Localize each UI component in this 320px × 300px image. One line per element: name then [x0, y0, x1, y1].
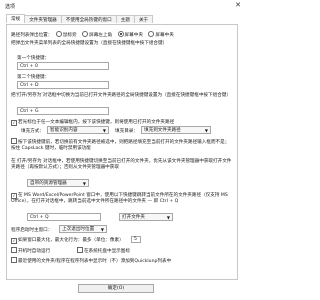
open-cmd-input[interactable]: Ctrl + G [17, 107, 109, 115]
ctrl-note-checkbox-icon [11, 138, 17, 144]
popup-option-topleft[interactable]: 屏幕左上角 [82, 31, 113, 38]
restore-checkbox-icon: ✓ [11, 238, 17, 244]
window-title: 选项 [5, 4, 16, 10]
auto-switch-checkbox-icon: ✓ [11, 120, 17, 126]
chevron-down-icon: ▼ [102, 128, 106, 133]
close-icon[interactable]: ✕ [235, 1, 241, 9]
title-bar: 选项 ✕ [0, 0, 247, 11]
auto-switch-label: 若光标位于任一文本编辑框内，按下该快捷键，则将使用已打开的文件夹路径 [18, 120, 175, 125]
tab-general[interactable]: 常规 [6, 14, 26, 23]
chevron-down-icon: ▼ [82, 181, 86, 186]
extra-checkbox-icon [11, 257, 17, 263]
fill-method2-select[interactable]: 填充到文件夹路径 ▼ [141, 126, 211, 134]
extra-row[interactable]: 最近使用的文件夹/程序在程序列表中显示时（不）添加到Quicklunp列表中 [11, 257, 233, 265]
tray-checkbox-icon [77, 247, 83, 253]
hotkey1-input[interactable]: Ctrl + 0 [17, 62, 109, 70]
office-label: 在 MS Word/Excel/PowerPoint 窗口中，使用以下快捷键跳转… [11, 193, 228, 204]
open-cmd-desc: 把'打开/另存为'对话框中切换为当前已打开文件夹路径的全局快捷键设置为（直接在快… [11, 93, 231, 98]
office-checkbox-icon: ✓ [11, 193, 17, 199]
chevron-down-icon: ▼ [100, 227, 104, 232]
tray-row[interactable]: 在系统托盘中显示图标 [77, 247, 130, 254]
ctrl-note-row[interactable]: 按下该快捷键前，若切换前有文件夹路径被选中，则把路径填充至当前打开的文件夹路径输… [11, 138, 233, 152]
chevron-down-icon: ▼ [166, 215, 170, 220]
tab-folder-manager[interactable]: 文件夹管理器 [24, 15, 62, 23]
restore-value-input[interactable]: 5 [131, 236, 141, 243]
tab-theme[interactable]: 主题 [115, 15, 135, 23]
tab-excluded-windows[interactable]: 不使用全局热键的窗口 [60, 15, 117, 23]
fill-method2-label: 填充目录： [115, 129, 138, 134]
general-panel: 路径列表弹出位置： 鼠标旁 屏幕左上角 屏幕中央 屏幕中央 把弹出文件夹菜单列表… [6, 24, 238, 280]
extra-label: 最近使用的文件夹/程序在程序列表中显示时（不）添加到Quicklunp列表中 [18, 259, 172, 264]
tray-label: 在系统托盘中显示图标 [84, 249, 130, 254]
startup-checkbox-icon [11, 247, 17, 253]
restore-label: 如果窗口最大化，最大化行为：最多（单位：像素） [18, 238, 124, 243]
hotkey2-label: 第二个快捷键： [17, 75, 50, 80]
popup-position-row: 路径列表弹出位置： 鼠标旁 屏幕左上角 屏幕中央 屏幕中央 [11, 31, 174, 38]
radio-topleft-icon [82, 31, 89, 37]
office-row[interactable]: ✓ 在 MS Word/Excel/PowerPoint 窗口中，使用以下快捷键跳… [11, 193, 233, 205]
radio-mouse-icon [55, 31, 62, 37]
fill-method-select[interactable]: 智能识别内容 ▼ [47, 126, 109, 134]
office-hotkey-input[interactable]: Ctrl + Q [27, 213, 101, 221]
hotkey1-label: 第一个快捷键： [17, 56, 50, 61]
filedialog-desc: 在 打开/另存为 对话框中，若使用快捷键切换至当前已打开的文件夹，优先从该文件夹… [11, 159, 232, 170]
hotkey2-input[interactable]: Ctrl + D [17, 81, 109, 89]
startup-window-select[interactable]: 上次退出时位置 ▼ [59, 225, 107, 233]
filedialog-select[interactable]: 自带的资源管理器 ▼ [27, 179, 89, 187]
radio-center-dup-icon [148, 31, 155, 37]
radio-center-icon [117, 31, 124, 37]
restore-row[interactable]: ✓ 如果窗口最大化，最大化行为：最多（单位：像素） [11, 237, 124, 244]
popup-option-center-dup[interactable]: 屏幕中央 [148, 31, 174, 38]
startup-label: 开机时自动运行 [18, 249, 51, 254]
ctrl-note-label: 按下该快捷键前，若切换前有文件夹路径被选中，则把路径填充至当前打开的文件夹路径输… [11, 140, 230, 151]
office-action-select[interactable]: 打开文件夹 ▼ [119, 213, 173, 221]
startup-row[interactable]: 开机时自动运行 [11, 247, 50, 254]
tab-about[interactable]: 关于 [133, 15, 154, 23]
popup-position-label: 路径列表弹出位置： [11, 33, 53, 38]
fill-method-label: 填充方式： [21, 129, 44, 134]
startup-window-label: 程序启动时主窗口： [11, 228, 53, 233]
tab-bar: 常规 文件夹管理器 不使用全局热键的窗口 主题 关于 [6, 14, 154, 24]
confirm-button[interactable]: 确定(O) [78, 284, 154, 293]
auto-switch-row[interactable]: ✓ 若光标位于任一文本编辑框内，按下该快捷键，则将使用已打开的文件夹路径 [11, 119, 174, 126]
popup-option-mouse[interactable]: 鼠标旁 [55, 31, 78, 38]
hotkey-group-desc: 把弹出文件夹菜单列表的全局快捷键设置为（直接在快捷键框中按下组合键） [11, 41, 168, 46]
popup-option-center[interactable]: 屏幕中央 [117, 31, 145, 38]
chevron-down-icon: ▼ [204, 128, 208, 133]
